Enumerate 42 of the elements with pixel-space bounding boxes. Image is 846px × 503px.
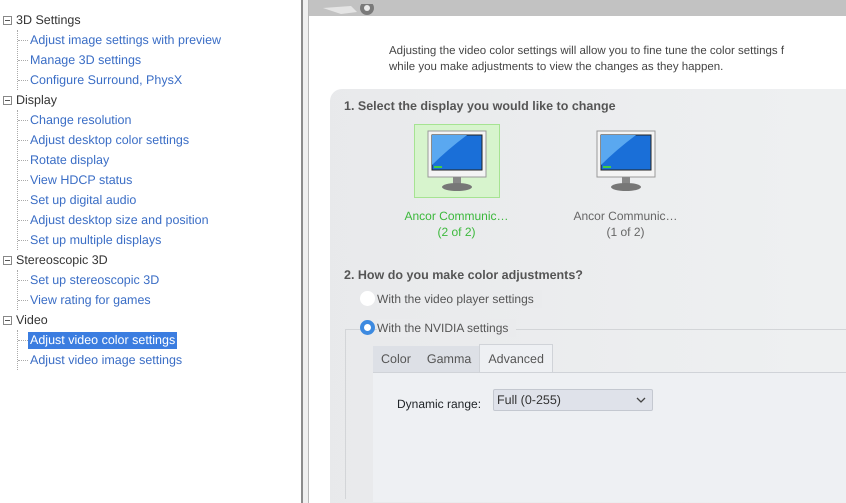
tree-item[interactable]: Set up stereoscopic 3D: [28, 272, 162, 288]
tree-item[interactable]: Rotate display: [28, 152, 112, 168]
tree-item[interactable]: Set up multiple displays: [28, 232, 164, 248]
tab[interactable]: Color: [373, 346, 419, 372]
display-option[interactable]: [414, 124, 500, 198]
tree-node[interactable]: 3D Settings: [16, 10, 81, 30]
device-icon: [321, 4, 377, 16]
chevron-down-icon: [636, 397, 646, 404]
tree-node[interactable]: Video: [16, 310, 48, 330]
monitor-icon: [596, 130, 656, 192]
tab[interactable]: Advanced: [479, 344, 553, 372]
tree-item[interactable]: Adjust desktop size and position: [28, 212, 211, 228]
tree-item[interactable]: Adjust image settings with preview: [28, 32, 224, 48]
description-text: Adjusting the video color settings will allow you to fine tune the color settings f: [389, 44, 786, 59]
tree-node[interactable]: Display: [16, 90, 57, 110]
collapse-icon[interactable]: [3, 256, 12, 264]
field-label: Dynamic range:: [397, 396, 482, 414]
display-name: Ancor Communic…: [573, 208, 678, 224]
dynamic-range-dropdown[interactable]: Full (0-255): [493, 389, 654, 412]
collapse-icon[interactable]: [3, 16, 12, 24]
pane-splitter[interactable]: [301, 0, 309, 503]
tree-item[interactable]: Adjust video color settings: [28, 332, 178, 348]
tree-item[interactable]: Manage 3D settings: [28, 52, 144, 68]
description-text: while you make adjustments to view the changes as they happen.: [389, 60, 724, 75]
tree-item[interactable]: Set up digital audio: [28, 192, 138, 208]
collapse-icon[interactable]: [3, 316, 12, 324]
tree-item[interactable]: Adjust video image settings: [28, 352, 184, 368]
radio-button[interactable]: [360, 320, 375, 335]
tree-node[interactable]: Stereoscopic 3D: [16, 250, 108, 270]
section-heading: 2. How do you make color adjustments?: [344, 266, 584, 284]
section-heading: 1. Select the display you would like to change: [344, 98, 617, 115]
tree-item[interactable]: View HDCP status: [28, 172, 134, 188]
tree-item[interactable]: Adjust desktop color settings: [28, 132, 192, 148]
tree-item[interactable]: View rating for games: [28, 292, 153, 308]
display-number: (1 of 2): [605, 224, 646, 240]
monitor-icon: [426, 130, 486, 192]
tree-item[interactable]: Configure Surround, PhysX: [28, 72, 184, 88]
collapse-icon[interactable]: [3, 96, 12, 104]
display-name: Ancor Communic…: [404, 208, 509, 224]
display-number: (2 of 2): [436, 224, 476, 240]
tree-item[interactable]: Change resolution: [28, 112, 134, 128]
tab[interactable]: Gamma: [418, 346, 480, 372]
